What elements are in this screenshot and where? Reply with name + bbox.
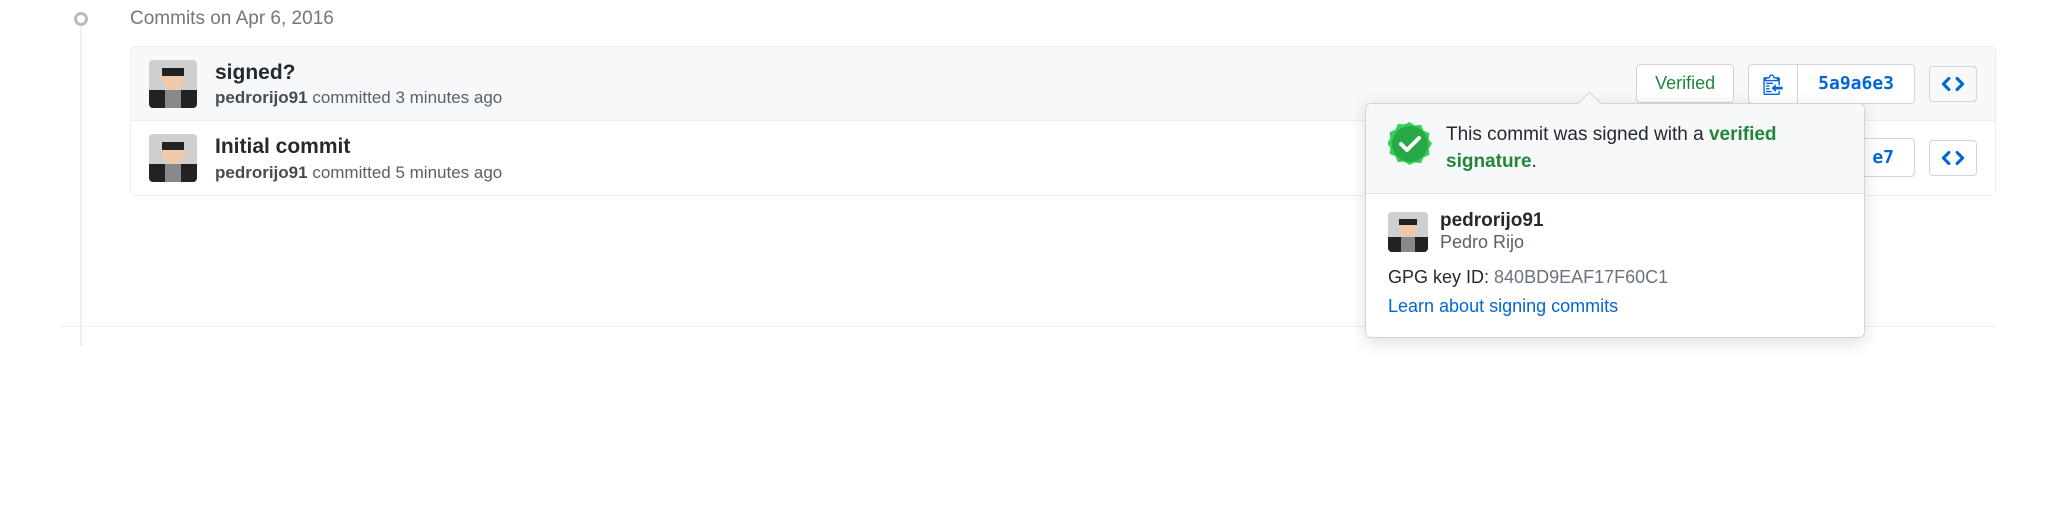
avatar[interactable] bbox=[1388, 212, 1428, 252]
commit-author[interactable]: pedrorijo91 bbox=[215, 88, 308, 107]
commits-date-header: Commits on Apr 6, 2016 bbox=[130, 8, 1996, 30]
popover-period: . bbox=[1532, 151, 1537, 172]
commit-row: signed? pedrorijo91 committed 3 minutes … bbox=[131, 47, 1995, 121]
commit-list: signed? pedrorijo91 committed 3 minutes … bbox=[130, 46, 1996, 196]
commit-time: committed 5 minutes ago bbox=[308, 163, 503, 182]
popover-username[interactable]: pedrorijo91 bbox=[1440, 210, 1543, 232]
commit-sha-link[interactable]: 5a9a6e3 bbox=[1797, 64, 1915, 104]
popover-fullname: Pedro Rijo bbox=[1440, 232, 1543, 253]
copy-sha-button[interactable] bbox=[1748, 64, 1797, 104]
clipboard-icon bbox=[1763, 73, 1783, 95]
verified-badge[interactable]: Verified bbox=[1636, 64, 1734, 103]
commit-author[interactable]: pedrorijo91 bbox=[215, 163, 308, 182]
avatar[interactable] bbox=[149, 60, 197, 108]
browse-code-button[interactable] bbox=[1929, 140, 1977, 176]
verified-seal-icon bbox=[1388, 122, 1432, 166]
commit-time: committed 3 minutes ago bbox=[308, 88, 503, 107]
timeline-dot-icon bbox=[74, 12, 88, 26]
browse-code-button[interactable] bbox=[1929, 66, 1977, 102]
code-icon bbox=[1942, 149, 1964, 167]
avatar[interactable] bbox=[149, 134, 197, 182]
code-icon bbox=[1942, 75, 1964, 93]
verified-popover: This commit was signed with a verified s… bbox=[1365, 103, 1865, 338]
commit-title[interactable]: signed? bbox=[215, 59, 1636, 86]
gpg-key-id: 840BD9EAF17F60C1 bbox=[1494, 267, 1668, 287]
learn-signing-link[interactable]: Learn about signing commits bbox=[1388, 296, 1842, 317]
gpg-key-line: GPG key ID: 840BD9EAF17F60C1 bbox=[1388, 267, 1842, 288]
popover-signed-text: This commit was signed with a bbox=[1446, 124, 1704, 145]
